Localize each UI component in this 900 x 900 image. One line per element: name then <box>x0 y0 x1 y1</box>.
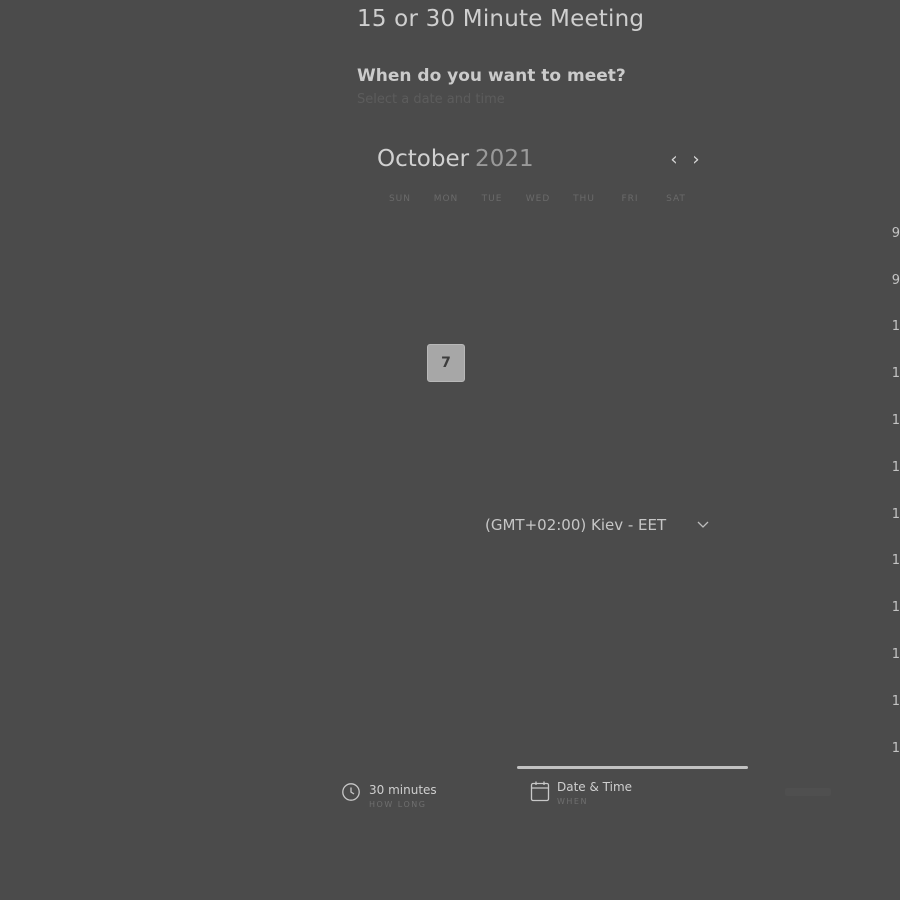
step-next-ghost <box>785 788 831 796</box>
timezone-select[interactable]: (GMT+02:00) Kiev - EET <box>485 516 715 534</box>
chevron-right-icon: › <box>692 149 700 170</box>
step-duration-label: 30 minutes <box>369 783 437 797</box>
step-duration[interactable]: 30 minutes HOW LONG <box>341 782 511 816</box>
step-date-time-sub: WHEN <box>557 797 588 806</box>
time-slot-button[interactable]: 1 <box>892 319 900 334</box>
time-slot-button[interactable]: 1 <box>892 647 900 662</box>
next-month-button[interactable]: › <box>687 150 705 170</box>
weekday-header: SUN MON TUE WED THU FRI SAT <box>377 194 699 208</box>
weekday-label: WED <box>525 194 551 204</box>
month-label: October <box>377 146 470 172</box>
time-slot-button[interactable]: 1 <box>892 694 900 709</box>
weekday-label: TUE <box>481 194 503 204</box>
time-slot-button[interactable]: 1 <box>892 460 900 475</box>
question-subtext: Select a date and time <box>357 92 505 107</box>
chevron-left-icon: ‹ <box>670 149 678 170</box>
weekday-label: SAT <box>666 194 686 204</box>
time-slot-button[interactable]: 1 <box>892 600 900 615</box>
prev-month-button[interactable]: ‹ <box>665 150 683 170</box>
chevron-down-icon[interactable] <box>696 518 710 532</box>
calendar-grid: 7 <box>377 210 699 460</box>
step-date-time-label: Date & Time <box>557 780 633 794</box>
time-slot-button[interactable]: 1 <box>892 413 900 428</box>
time-slot-button[interactable]: 1 <box>892 366 900 381</box>
step-progress-bar <box>517 766 748 769</box>
time-slot-button[interactable]: 1 <box>892 741 900 756</box>
weekday-label: FRI <box>621 194 639 204</box>
clock-icon <box>341 782 361 806</box>
calendar-icon <box>530 780 550 806</box>
calendar-day-selected[interactable]: 7 <box>427 344 465 382</box>
weekday-label: MON <box>433 194 459 204</box>
step-duration-sub: HOW LONG <box>369 800 427 809</box>
time-slot-button[interactable]: 9 <box>892 273 900 288</box>
time-slot-list: 9 9 1 1 1 1 1 1 1 1 1 1 <box>880 218 900 768</box>
time-slot-button[interactable]: 1 <box>892 507 900 522</box>
step-date-time[interactable]: Date & Time WHEN <box>530 780 730 814</box>
month-year-label: October 2021 <box>377 146 534 172</box>
year-label: 2021 <box>475 146 534 172</box>
time-slot-button[interactable]: 9 <box>892 226 900 241</box>
weekday-label: THU <box>573 194 595 204</box>
time-slot-button[interactable]: 1 <box>892 553 900 568</box>
step-next-placeholder <box>785 782 845 812</box>
question-heading: When do you want to meet? <box>357 66 626 86</box>
weekday-label: SUN <box>388 194 412 204</box>
page-title: 15 or 30 Minute Meeting <box>357 6 645 32</box>
